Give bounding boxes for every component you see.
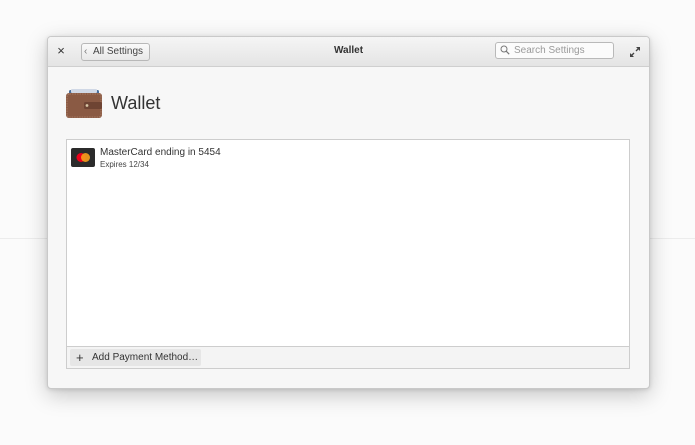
titlebar: × ‹ All Settings Wallet (48, 37, 649, 67)
add-payment-method-button[interactable]: + Add Payment Method… (70, 349, 201, 366)
payment-methods-list: MasterCard ending in 5454 Expires 12/34 (66, 139, 630, 346)
maximize-icon[interactable] (629, 46, 641, 58)
page-title: Wallet (111, 93, 161, 113)
payment-method-title: MasterCard ending in 5454 (100, 147, 221, 158)
search-icon (500, 45, 510, 55)
desktop: × ‹ All Settings Wallet Search Settings … (0, 0, 695, 445)
add-payment-method-label: Add Payment Method… (92, 352, 199, 363)
settings-window: × ‹ All Settings Wallet Search Settings … (47, 36, 650, 389)
mastercard-icon (71, 148, 95, 167)
search-box[interactable] (495, 42, 614, 59)
list-actionbar: + Add Payment Method… (66, 346, 630, 369)
wallet-icon (66, 89, 102, 118)
plus-icon: + (76, 350, 84, 365)
search-input[interactable] (514, 44, 610, 57)
payment-method-expiry: Expires 12/34 (100, 160, 149, 169)
list-item[interactable]: MasterCard ending in 5454 Expires 12/34 (67, 144, 629, 172)
